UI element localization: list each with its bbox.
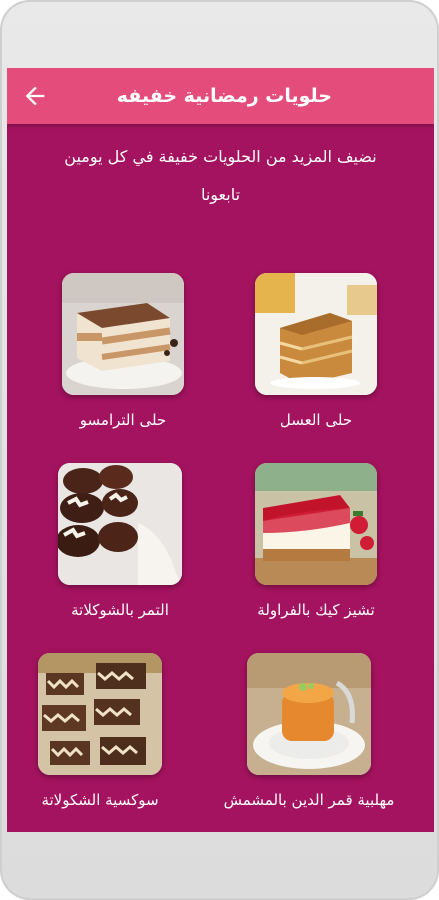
strawberry-cheesecake-image[interactable]	[255, 463, 377, 585]
honey-cake-image[interactable]	[255, 273, 377, 395]
apricot-pudding-image[interactable]	[247, 653, 371, 775]
intro-line-2: تابعونا	[200, 185, 241, 204]
recipe-label[interactable]: تشيز كيك بالفراولة	[243, 601, 389, 619]
intro-text: نضيف المزيد من الحلويات خفيفة في كل يومي…	[27, 138, 414, 214]
chocolate-bars-image[interactable]	[38, 653, 162, 775]
intro-line-1: نضيف المزيد من الحلويات خفيفة في كل يومي…	[64, 147, 377, 166]
chocolate-dates-image[interactable]	[58, 463, 182, 585]
recipe-label[interactable]: حلى الترامسو	[62, 411, 184, 429]
arrow-back-icon[interactable]	[21, 82, 49, 110]
app-screen: حلويات رمضانية خفيفه نضيف المزيد من الحل…	[7, 68, 434, 832]
recipe-label[interactable]: حلى العسل	[255, 411, 377, 429]
tiramisu-image[interactable]	[62, 273, 184, 395]
page-title: حلويات رمضانية خفيفه	[116, 85, 332, 107]
app-bar: حلويات رمضانية خفيفه	[7, 68, 434, 124]
device-frame: حلويات رمضانية خفيفه نضيف المزيد من الحل…	[0, 0, 439, 900]
recipe-label[interactable]: مهلبية قمر الدين بالمشمش	[200, 791, 418, 809]
recipe-label[interactable]: سوكسية الشكولاتة	[17, 791, 183, 809]
recipe-label[interactable]: التمر بالشوكلاتة	[47, 601, 193, 619]
